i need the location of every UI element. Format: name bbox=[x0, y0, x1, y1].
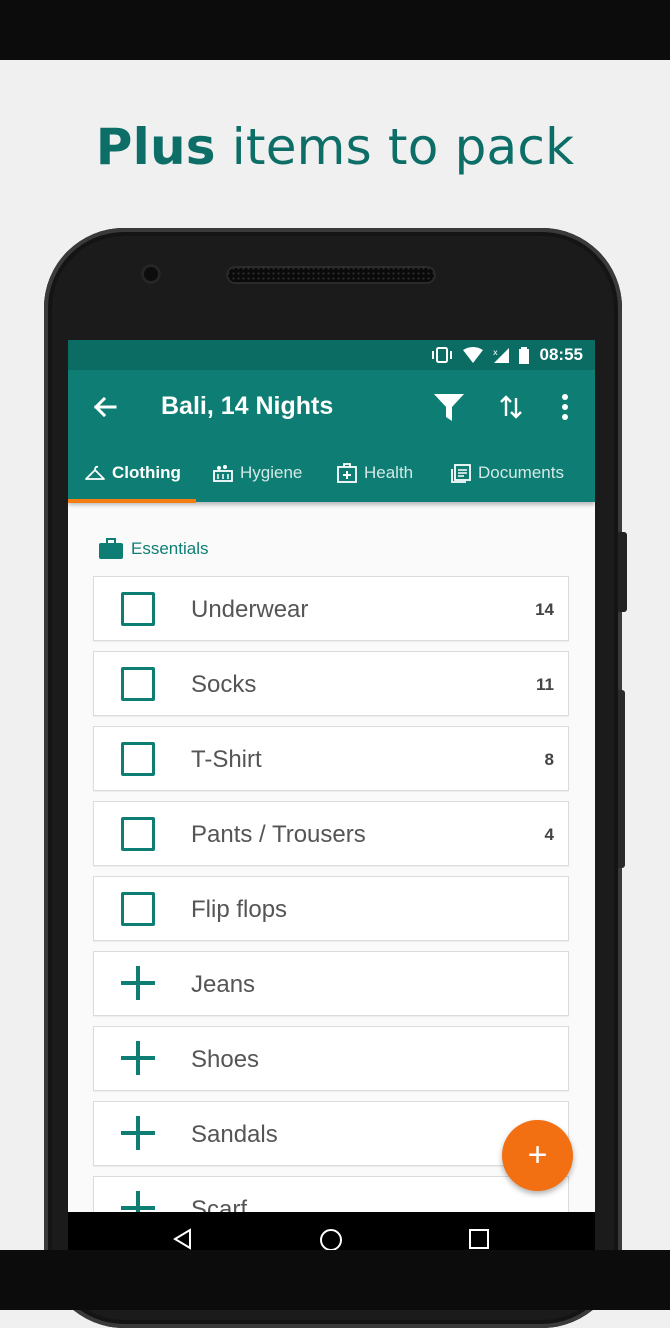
filter-icon bbox=[434, 394, 464, 421]
list-item[interactable]: T-Shirt 8 bbox=[93, 726, 569, 791]
list-item[interactable]: Sandals bbox=[93, 1101, 569, 1166]
tab-label: Documents bbox=[478, 463, 564, 482]
list-item[interactable]: Jeans bbox=[93, 951, 569, 1016]
checkbox[interactable] bbox=[121, 817, 155, 851]
section-header: Essentials bbox=[98, 538, 208, 560]
checkbox[interactable] bbox=[121, 592, 155, 626]
tab-health[interactable]: Health bbox=[336, 444, 413, 502]
hygiene-icon bbox=[213, 465, 233, 482]
item-quantity: 11 bbox=[536, 675, 554, 694]
tab-clothing[interactable]: Clothing bbox=[84, 444, 181, 502]
item-name: T-Shirt bbox=[191, 746, 262, 773]
list-item[interactable]: Pants / Trousers 4 bbox=[93, 801, 569, 866]
category-tabs: Clothing Hygiene Health Documents bbox=[68, 444, 595, 503]
item-name: Underwear bbox=[191, 596, 309, 623]
nav-home-icon[interactable] bbox=[319, 1228, 343, 1250]
vibrate-icon bbox=[431, 347, 452, 363]
volume-button bbox=[618, 690, 625, 868]
tab-indicator bbox=[68, 499, 196, 503]
documents-icon bbox=[451, 464, 471, 483]
top-black-bar bbox=[0, 0, 670, 60]
list-item[interactable]: Shoes bbox=[93, 1026, 569, 1091]
sort-button[interactable] bbox=[494, 390, 528, 424]
list-item[interactable]: Underwear 14 bbox=[93, 576, 569, 641]
add-plus-icon[interactable] bbox=[121, 1116, 155, 1150]
more-vert-icon bbox=[562, 394, 568, 420]
tab-label: Health bbox=[364, 463, 414, 482]
status-bar: x 08:55 bbox=[68, 340, 595, 370]
nav-back-icon[interactable] bbox=[172, 1228, 194, 1250]
item-quantity: 8 bbox=[544, 750, 554, 769]
sort-icon bbox=[500, 395, 522, 419]
phone-screen: x 08:55 Bali, 14 Nights Clothing Hygiene… bbox=[68, 340, 595, 1250]
power-button bbox=[618, 532, 627, 612]
wifi-icon bbox=[462, 347, 483, 363]
checkbox[interactable] bbox=[121, 742, 155, 776]
item-quantity: 4 bbox=[544, 825, 554, 844]
item-name: Flip flops bbox=[191, 896, 288, 923]
signal-icon: x bbox=[493, 348, 509, 363]
fab-plus-icon: + bbox=[527, 1136, 548, 1174]
battery-icon bbox=[518, 346, 529, 364]
tab-label: Hygiene bbox=[240, 463, 303, 482]
svg-text:x: x bbox=[493, 348, 498, 357]
bottom-black-bar bbox=[0, 1250, 670, 1310]
add-plus-icon[interactable] bbox=[121, 1041, 155, 1075]
front-camera bbox=[141, 264, 161, 284]
status-time: 08:55 bbox=[539, 345, 583, 364]
checkbox[interactable] bbox=[121, 667, 155, 701]
back-arrow-icon[interactable] bbox=[90, 392, 120, 422]
item-name: Socks bbox=[191, 671, 257, 698]
item-name: Sandals bbox=[191, 1121, 278, 1148]
more-options-button[interactable] bbox=[548, 390, 582, 424]
item-name: Shoes bbox=[191, 1046, 260, 1073]
add-item-fab[interactable]: + bbox=[502, 1120, 573, 1191]
hanger-icon bbox=[85, 465, 105, 480]
item-name: Pants / Trousers bbox=[191, 821, 366, 848]
checkbox[interactable] bbox=[121, 892, 155, 926]
android-nav-bar bbox=[68, 1212, 595, 1250]
list-item[interactable]: Socks 11 bbox=[93, 651, 569, 716]
section-label: Essentials bbox=[131, 539, 209, 558]
item-name: Jeans bbox=[191, 971, 256, 998]
tab-label: Clothing bbox=[112, 463, 181, 482]
nav-recents-icon[interactable] bbox=[468, 1228, 490, 1250]
promo-headline: Plus items to pack bbox=[95, 118, 575, 176]
packing-list: Underwear 14 Socks 11 T-Shirt 8 Pants / Trouse… bbox=[93, 576, 569, 1250]
filter-button[interactable] bbox=[432, 390, 466, 424]
item-quantity: 14 bbox=[535, 600, 554, 619]
tab-hygiene[interactable]: Hygiene bbox=[212, 444, 302, 502]
earpiece-speaker bbox=[226, 266, 436, 284]
first-aid-icon bbox=[337, 463, 357, 483]
app-bar: Bali, 14 Nights bbox=[68, 370, 595, 444]
add-plus-icon[interactable] bbox=[121, 966, 155, 1000]
briefcase-icon bbox=[99, 538, 123, 559]
list-item[interactable]: Flip flops bbox=[93, 876, 569, 941]
tab-documents[interactable]: Documents bbox=[450, 444, 564, 502]
page-title: Bali, 14 Nights bbox=[161, 392, 334, 420]
